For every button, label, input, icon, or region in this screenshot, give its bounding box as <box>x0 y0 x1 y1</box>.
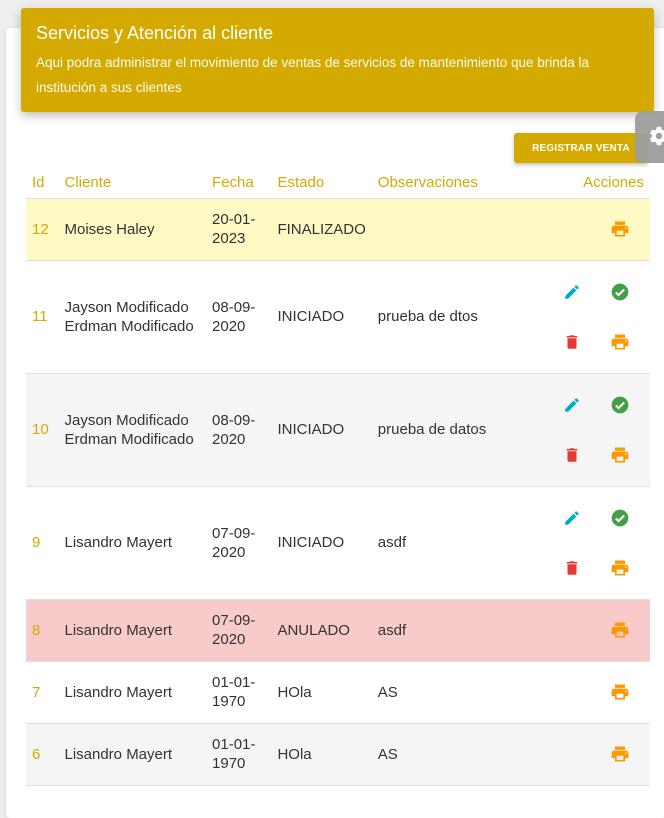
cell-acciones <box>542 599 650 662</box>
print-button[interactable] <box>596 219 644 239</box>
cell-observaciones: AS <box>371 661 542 724</box>
register-sale-button[interactable]: REGISTRAR VENTA <box>514 133 648 163</box>
delete-button[interactable] <box>548 543 596 593</box>
cell-observaciones: asdf <box>371 599 542 662</box>
cell-id: 11 <box>26 260 59 374</box>
cell-fecha: 08-09-2020 <box>206 260 272 374</box>
printer-icon <box>611 746 629 762</box>
confirm-button[interactable] <box>596 493 644 543</box>
cell-id: 7 <box>26 661 59 724</box>
printer-icon <box>611 447 629 462</box>
printer-icon <box>611 334 629 349</box>
check-circle-icon <box>611 509 629 526</box>
table-row: 9 Lisandro Mayert 07-09-2020 INICIADO as… <box>26 486 650 600</box>
printer-icon <box>611 560 629 575</box>
cell-id: 12 <box>26 198 59 261</box>
print-button[interactable] <box>596 682 644 702</box>
page-subtitle: Aqui podra administrar el movimiento de … <box>36 55 590 95</box>
col-cliente[interactable]: Cliente <box>58 168 207 199</box>
table-row: 7 Lisandro Mayert 01-01-1970 HOla AS <box>26 661 650 724</box>
edit-button[interactable] <box>548 380 596 430</box>
col-acciones: Acciones <box>542 168 650 199</box>
cell-acciones <box>542 260 650 374</box>
table-row: 12 Moises Haley 20-01-2023 FINALIZADO <box>26 198 650 261</box>
cell-acciones <box>542 198 650 261</box>
trash-icon <box>566 560 578 575</box>
edit-button[interactable] <box>548 267 596 317</box>
cell-acciones <box>542 486 650 600</box>
cell-id: 9 <box>26 486 59 600</box>
col-estado[interactable]: Estado <box>271 168 372 199</box>
print-button[interactable] <box>596 317 644 367</box>
col-id[interactable]: Id <box>26 168 59 199</box>
cell-cliente: Lisandro Mayert <box>58 486 207 600</box>
cell-fecha: 07-09-2020 <box>206 599 272 662</box>
print-button[interactable] <box>596 744 644 764</box>
pencil-icon <box>565 397 579 412</box>
delete-button[interactable] <box>548 317 596 367</box>
cell-acciones <box>542 723 650 786</box>
page-header: Servicios y Atención al cliente Aqui pod… <box>21 8 654 112</box>
cell-cliente: Jayson Modificado Erdman Modificado <box>58 260 207 374</box>
cell-observaciones: AS <box>371 723 542 786</box>
cell-fecha: 01-01-1970 <box>206 661 272 724</box>
confirm-button[interactable] <box>596 267 644 317</box>
confirm-button[interactable] <box>596 380 644 430</box>
print-button[interactable] <box>596 430 644 480</box>
cell-cliente: Lisandro Mayert <box>58 723 207 786</box>
cell-estado: FINALIZADO <box>271 198 372 261</box>
cell-id: 8 <box>26 599 59 662</box>
cell-estado: HOla <box>271 661 372 724</box>
cell-fecha: 08-09-2020 <box>206 373 272 487</box>
settings-tab[interactable] <box>635 111 664 163</box>
sales-table: Id Cliente Fecha Estado Observaciones Ac… <box>26 168 650 786</box>
check-circle-icon <box>611 396 629 413</box>
table-header-row: Id Cliente Fecha Estado Observaciones Ac… <box>26 168 650 199</box>
cell-cliente: Jayson Modificado Erdman Modificado <box>58 373 207 487</box>
gear-icon <box>650 126 664 146</box>
cell-estado: INICIADO <box>271 373 372 487</box>
table-row: 8 Lisandro Mayert 07-09-2020 ANULADO asd… <box>26 599 650 662</box>
cell-fecha: 01-01-1970 <box>206 723 272 786</box>
table-row: 6 Lisandro Mayert 01-01-1970 HOla AS <box>26 723 650 786</box>
delete-button[interactable] <box>548 430 596 480</box>
col-fecha[interactable]: Fecha <box>206 168 272 199</box>
cell-fecha: 20-01-2023 <box>206 198 272 261</box>
cell-estado: INICIADO <box>271 486 372 600</box>
cell-id: 6 <box>26 723 59 786</box>
print-button[interactable] <box>596 620 644 640</box>
trash-icon <box>566 334 578 349</box>
cell-estado: ANULADO <box>271 599 372 662</box>
table-row: 10 Jayson Modificado Erdman Modificado 0… <box>26 373 650 487</box>
check-circle-icon <box>611 283 629 300</box>
cell-fecha: 07-09-2020 <box>206 486 272 600</box>
cell-estado: INICIADO <box>271 260 372 374</box>
cell-cliente: Lisandro Mayert <box>58 599 207 662</box>
cell-cliente: Lisandro Mayert <box>58 661 207 724</box>
cell-observaciones: asdf <box>371 486 542 600</box>
printer-icon <box>611 684 629 700</box>
page-title: Servicios y Atención al cliente <box>36 23 274 43</box>
cell-cliente: Moises Haley <box>58 198 207 261</box>
trash-icon <box>566 447 578 462</box>
edit-button[interactable] <box>548 493 596 543</box>
printer-icon <box>611 221 629 237</box>
printer-icon <box>611 622 629 638</box>
cell-estado: HOla <box>271 723 372 786</box>
cell-observaciones: prueba de dtos <box>371 260 542 374</box>
print-button[interactable] <box>596 543 644 593</box>
cell-acciones <box>542 661 650 724</box>
pencil-icon <box>565 284 579 299</box>
cell-observaciones: prueba de datos <box>371 373 542 487</box>
cell-observaciones <box>371 198 542 261</box>
cell-acciones <box>542 373 650 487</box>
pencil-icon <box>565 510 579 525</box>
col-observaciones[interactable]: Observaciones <box>371 168 542 199</box>
cell-id: 10 <box>26 373 59 487</box>
table-row: 11 Jayson Modificado Erdman Modificado 0… <box>26 260 650 374</box>
